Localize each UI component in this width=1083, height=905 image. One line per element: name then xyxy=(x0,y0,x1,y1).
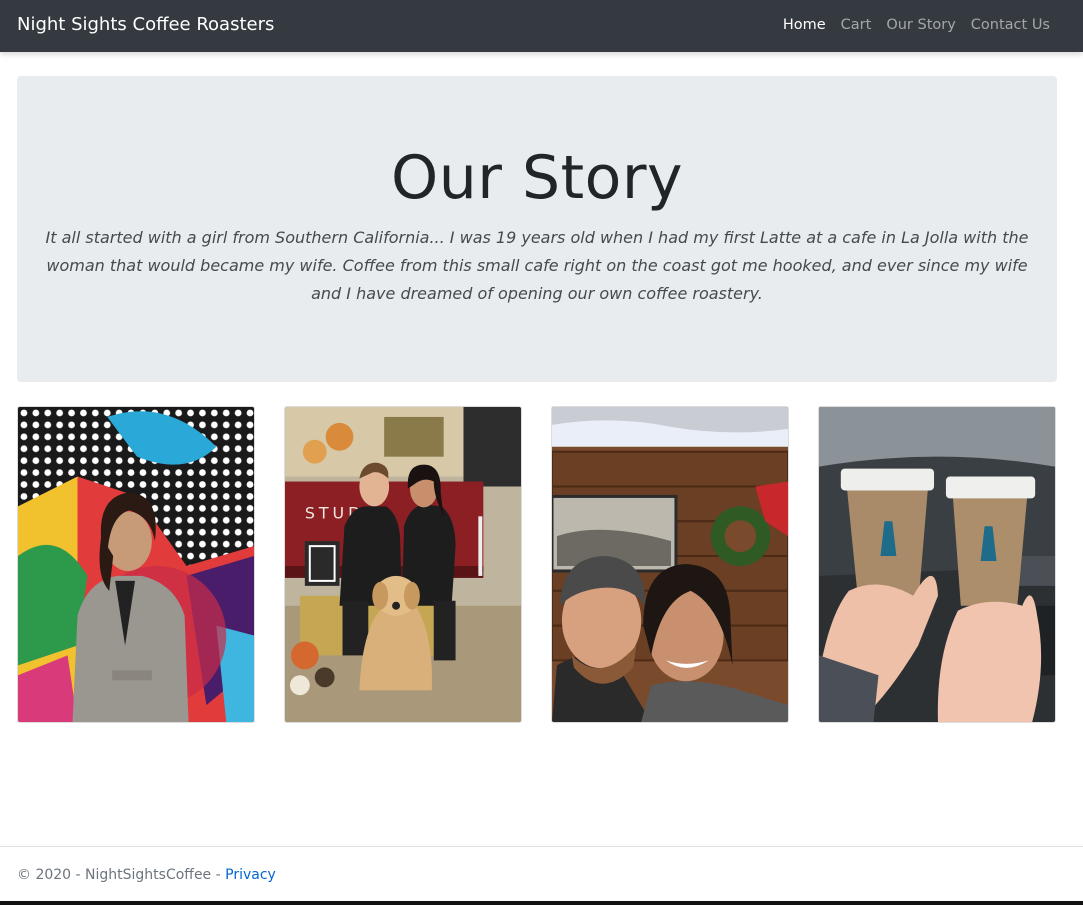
window-bottom-edge xyxy=(0,901,1083,905)
photo-woman-mural xyxy=(17,406,255,723)
nav-links: Home Cart Our Story Contact Us xyxy=(783,17,1050,33)
brand-link[interactable]: Night Sights Coffee Roasters xyxy=(17,14,274,35)
hero-jumbotron: Our Story It all started with a girl fro… xyxy=(17,76,1057,382)
nav-our-story-link[interactable]: Our Story xyxy=(886,17,955,33)
story-lead-text: It all started with a girl from Southern… xyxy=(45,228,1029,303)
privacy-link[interactable]: Privacy xyxy=(225,867,276,883)
footer: © 2020 - NightSightsCoffee - Privacy xyxy=(0,846,1083,901)
truck-photo-image: STUD xyxy=(285,407,521,722)
page-title: Our Story xyxy=(391,143,683,213)
nav-cart-link[interactable]: Cart xyxy=(841,17,872,33)
photo-coffee-cups xyxy=(818,406,1056,723)
selfie-photo-image xyxy=(552,407,788,722)
nav-contact-us-link[interactable]: Contact Us xyxy=(971,17,1050,33)
footer-copyright-text: © 2020 - NightSightsCoffee - xyxy=(17,867,226,883)
coffee-cups-photo-image xyxy=(819,407,1055,722)
mural-photo-image xyxy=(18,407,254,722)
footer-copyright: © 2020 - NightSightsCoffee - Privacy xyxy=(17,867,276,883)
photo-couple-selfie xyxy=(551,406,789,723)
photo-couple-dog-truck: STUD xyxy=(284,406,522,723)
nav-home-link[interactable]: Home xyxy=(783,17,826,33)
navbar: Night Sights Coffee Roasters Home Cart O… xyxy=(0,0,1083,52)
